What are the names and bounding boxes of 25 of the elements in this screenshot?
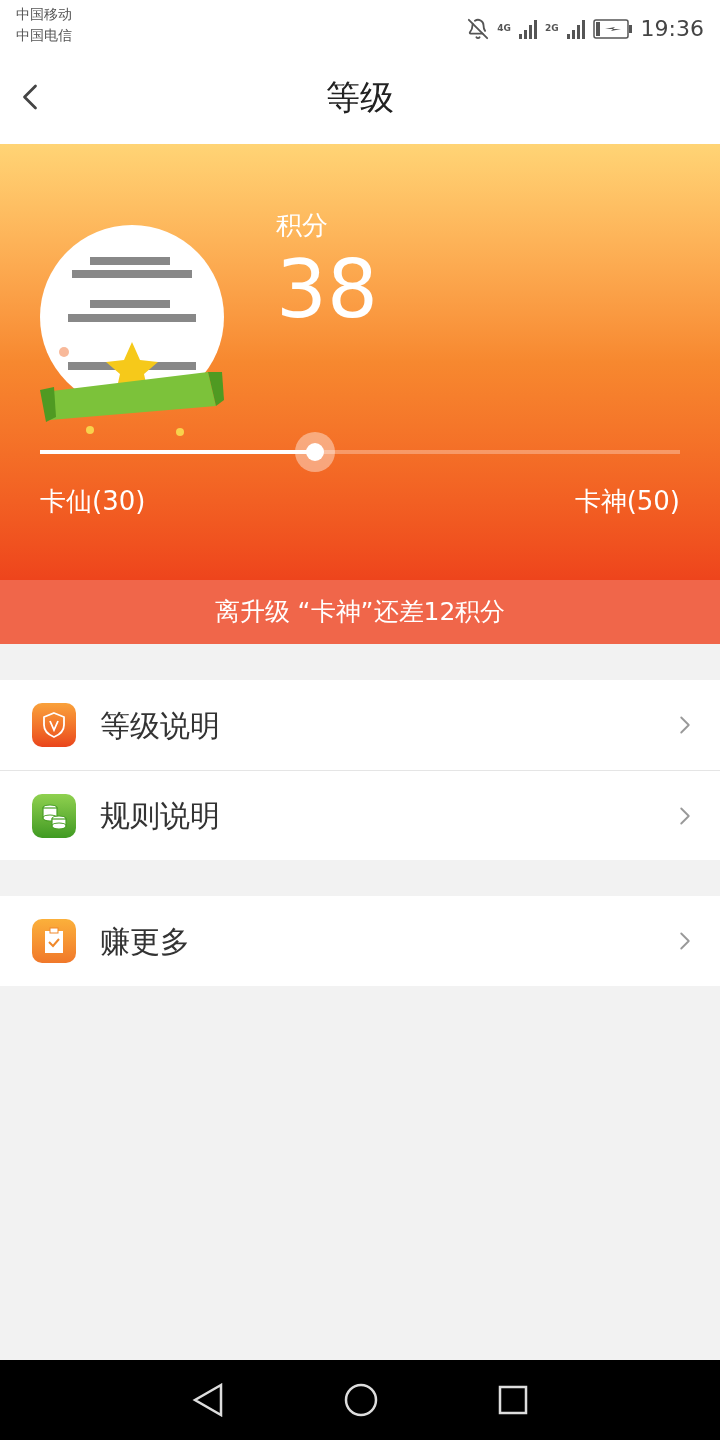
menu-item[interactable]: 等级说明 (0, 680, 720, 770)
current-level: 卡仙(30) (40, 485, 146, 518)
carrier-name: 中国电信 (16, 26, 72, 45)
coins-icon (32, 793, 76, 838)
points-label: 积分 (276, 209, 329, 242)
clipboard-icon (32, 919, 76, 963)
home-icon[interactable] (344, 1383, 378, 1417)
back-icon[interactable] (192, 1383, 224, 1417)
progress-thumb[interactable] (295, 432, 336, 472)
recents-icon[interactable] (498, 1385, 528, 1415)
upgrade-notice: 离升级 “卡神”还差12积分 (0, 580, 720, 644)
carrier-name: 中国移动 (16, 5, 72, 24)
next-level: 卡神(50) (574, 485, 680, 518)
page-title: 等级 (326, 75, 394, 119)
network-type: 4G (497, 21, 511, 35)
signal-icon (518, 18, 537, 39)
menu-item[interactable]: 赚更多 (0, 896, 720, 986)
battery-icon (592, 18, 633, 39)
points-value: 38 (276, 245, 378, 335)
mute-icon (467, 17, 490, 40)
signal-icon (566, 18, 585, 39)
menu-item[interactable]: 规则说明 (0, 770, 720, 860)
network-type: 2G (544, 21, 559, 35)
clock: 19:36 (640, 15, 704, 43)
shield-icon (32, 703, 76, 747)
